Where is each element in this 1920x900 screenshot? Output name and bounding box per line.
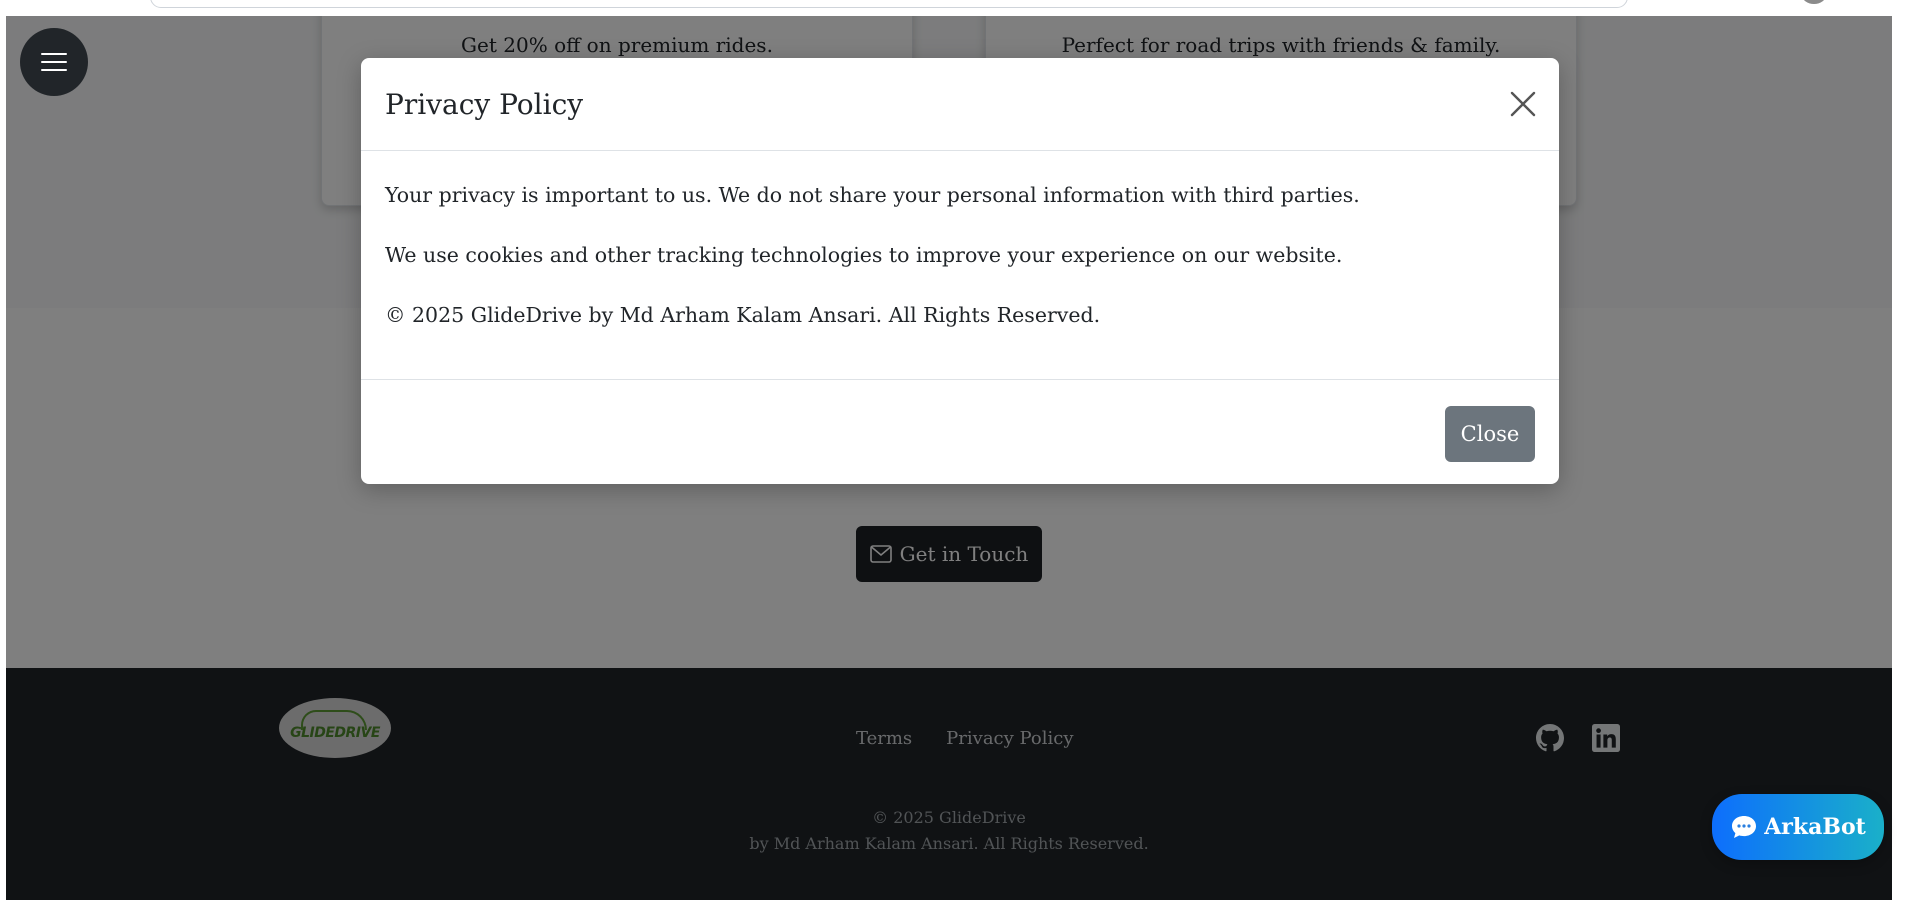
modal-body: Your privacy is important to us. We do n…	[385, 178, 1535, 358]
menu-line	[41, 53, 67, 55]
page-scroll-gutter	[1892, 16, 1920, 900]
menu-line	[41, 61, 67, 63]
close-button[interactable]: Close	[1445, 406, 1535, 462]
modal-title: Privacy Policy	[385, 88, 584, 121]
modal-paragraph: Your privacy is important to us. We do n…	[385, 183, 1360, 207]
modal-paragraph: © 2025 GlideDrive by Md Arham Kalam Ansa…	[385, 303, 1101, 327]
address-bar[interactable]	[150, 0, 1628, 8]
profile-avatar[interactable]	[1802, 0, 1826, 4]
modal-header: Privacy Policy	[361, 58, 1559, 151]
modal-footer: Close	[361, 379, 1559, 484]
chat-bubble-icon	[1732, 816, 1757, 838]
modal-paragraph: We use cookies and other tracking techno…	[385, 243, 1343, 267]
menu-line	[41, 69, 67, 71]
arkabot-label: ArkaBot	[1764, 814, 1866, 840]
browser-top-strip	[0, 0, 1920, 16]
close-icon[interactable]	[1509, 90, 1537, 118]
privacy-policy-modal: Privacy Policy Your privacy is important…	[361, 58, 1559, 484]
arkabot-chat-button[interactable]: ArkaBot	[1712, 794, 1884, 860]
hamburger-menu-button[interactable]	[20, 28, 88, 96]
